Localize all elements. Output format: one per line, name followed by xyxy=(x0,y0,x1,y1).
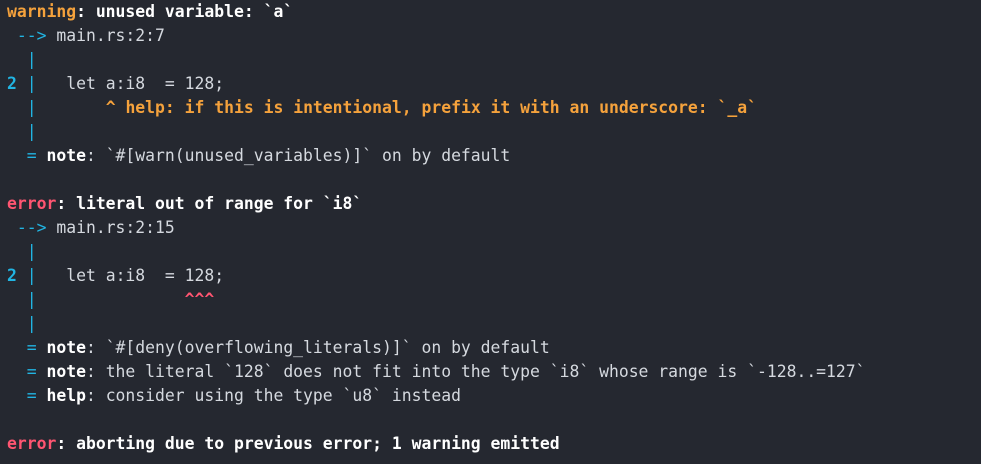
gutter-pipe: | xyxy=(26,98,37,117)
help-text: : consider using the type `u8` instead xyxy=(85,386,461,405)
error-location: main.rs:2:15 xyxy=(46,218,175,237)
help-equals: = xyxy=(7,386,37,405)
error-note-line: = note: the literal `128` does not fit i… xyxy=(7,360,981,384)
gutter-pipe: | xyxy=(16,74,37,93)
error-caret-line: | ^^^ xyxy=(7,288,981,312)
gutter-blank-line: | xyxy=(7,312,981,336)
error-location-line: --> main.rs:2:15 xyxy=(7,216,981,240)
source-code: let a:i8 = 128; xyxy=(36,266,225,285)
gutter-pipe: | xyxy=(7,314,37,333)
note-text: : `#[deny(overflowing_literals)]` on by … xyxy=(85,338,550,357)
note-text: : the literal `128` does not fit into th… xyxy=(85,362,866,381)
error-summary-line: error: aborting due to previous error; 1… xyxy=(7,432,981,456)
error-level: error xyxy=(7,434,57,453)
gutter-indent xyxy=(7,98,27,117)
warning-level: warning xyxy=(7,2,77,21)
note-label: note xyxy=(36,362,86,381)
line-number: 2 xyxy=(7,74,17,93)
note-label: note xyxy=(36,338,86,357)
error-summary-message: : aborting due to previous error; 1 warn… xyxy=(56,434,560,453)
error-message: : literal out of range for `i8` xyxy=(56,194,363,213)
line-number: 2 xyxy=(7,266,17,285)
warning-location-line: --> main.rs:2:7 xyxy=(7,24,981,48)
warning-message: : unused variable: `a` xyxy=(76,2,294,21)
warning-location: main.rs:2:7 xyxy=(46,26,165,45)
gutter-blank-line: | xyxy=(7,48,981,72)
error-carets: ^^^ xyxy=(184,290,215,309)
gutter-pipe: | xyxy=(7,50,37,69)
note-equals: = xyxy=(7,146,37,165)
error-help-line: = help: consider using the type `u8` ins… xyxy=(7,384,981,408)
gutter-pipe: | xyxy=(26,290,37,309)
note-label: note xyxy=(36,146,86,165)
note-text: : `#[warn(unused_variables)]` on by defa… xyxy=(85,146,511,165)
terminal-output: warning: unused variable: `a` --> main.r… xyxy=(0,0,981,464)
help-indent xyxy=(37,98,106,117)
location-arrow: --> xyxy=(7,218,47,237)
warning-note-line: = note: `#[warn(unused_variables)]` on b… xyxy=(7,144,981,168)
gutter-indent xyxy=(7,290,27,309)
location-arrow: --> xyxy=(7,26,47,45)
warning-header-line: warning: unused variable: `a` xyxy=(7,0,981,24)
gutter-blank-line: | xyxy=(7,240,981,264)
source-code: let a:i8 = 128; xyxy=(36,74,225,93)
gutter-blank-line: | xyxy=(7,120,981,144)
note-equals: = xyxy=(7,338,37,357)
warning-help-line: | ^ help: if this is intentional, prefix… xyxy=(7,96,981,120)
help-label: help xyxy=(36,386,86,405)
error-source-line: 2 | let a:i8 = 128; xyxy=(7,264,981,288)
gutter-pipe: | xyxy=(7,242,37,261)
help-annotation: ^ help: if this is intentional, prefix i… xyxy=(105,98,757,117)
error-note-line: = note: `#[deny(overflowing_literals)]` … xyxy=(7,336,981,360)
error-header-line: error: literal out of range for `i8` xyxy=(7,192,981,216)
gutter-pipe: | xyxy=(7,122,37,141)
note-equals: = xyxy=(7,362,37,381)
caret-indent xyxy=(37,290,185,309)
gutter-pipe: | xyxy=(16,266,37,285)
warning-source-line: 2 | let a:i8 = 128; xyxy=(7,72,981,96)
error-level: error xyxy=(7,194,57,213)
